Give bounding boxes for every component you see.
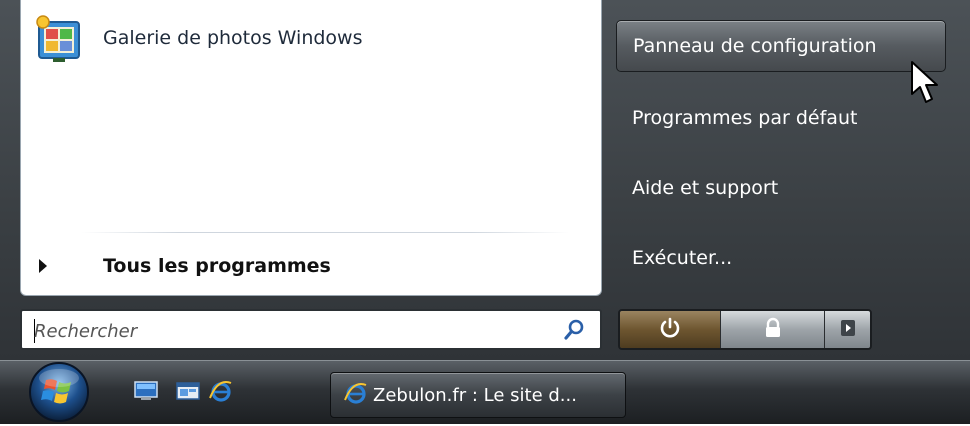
- menu-item-default-programs[interactable]: Programmes par défaut: [616, 92, 946, 144]
- more-options-button[interactable]: [824, 311, 870, 348]
- search-box[interactable]: [20, 309, 602, 350]
- menu-item-help-support[interactable]: Aide et support: [616, 162, 946, 214]
- menu-item-label: Programmes par défaut: [632, 107, 858, 129]
- triangle-right-icon: [39, 259, 47, 273]
- separator: [81, 232, 569, 233]
- magnifier-icon[interactable]: [564, 319, 584, 341]
- pinned-item-photo-gallery[interactable]: Galerie de photos Windows: [33, 8, 453, 68]
- all-programs-label: Tous les programmes: [103, 255, 331, 277]
- arrow-right-icon: [840, 319, 855, 340]
- photo-gallery-icon: [33, 12, 85, 64]
- lock-button[interactable]: [720, 311, 824, 348]
- power-button[interactable]: [620, 311, 720, 348]
- taskbar-button-ie[interactable]: Zebulon.fr : Le site d...: [330, 372, 626, 418]
- power-icon: [659, 317, 681, 343]
- internet-explorer-icon[interactable]: [208, 380, 232, 402]
- switch-windows-icon[interactable]: [176, 380, 200, 402]
- taskbar-button-label: Zebulon.fr : Le site d...: [373, 384, 577, 406]
- mouse-cursor-icon: [910, 60, 944, 108]
- menu-item-control-panel[interactable]: Panneau de configuration: [616, 20, 946, 72]
- lock-icon: [762, 317, 784, 343]
- menu-item-label: Exécuter...: [632, 247, 733, 269]
- power-controls: [618, 309, 872, 350]
- all-programs-button[interactable]: Tous les programmes: [39, 248, 331, 284]
- pinned-item-label: Galerie de photos Windows: [103, 27, 363, 49]
- windows-orb-icon[interactable]: [16, 358, 102, 422]
- menu-item-label: Aide et support: [632, 177, 779, 199]
- start-menu: Galerie de photos Windows Tous les progr…: [0, 0, 970, 360]
- menu-item-run[interactable]: Exécuter...: [616, 232, 946, 284]
- show-desktop-icon[interactable]: [134, 380, 158, 402]
- menu-item-label: Panneau de configuration: [633, 35, 877, 57]
- internet-explorer-icon: [343, 382, 367, 408]
- programs-pane: Galerie de photos Windows Tous les progr…: [20, 0, 602, 296]
- search-input[interactable]: [32, 317, 556, 345]
